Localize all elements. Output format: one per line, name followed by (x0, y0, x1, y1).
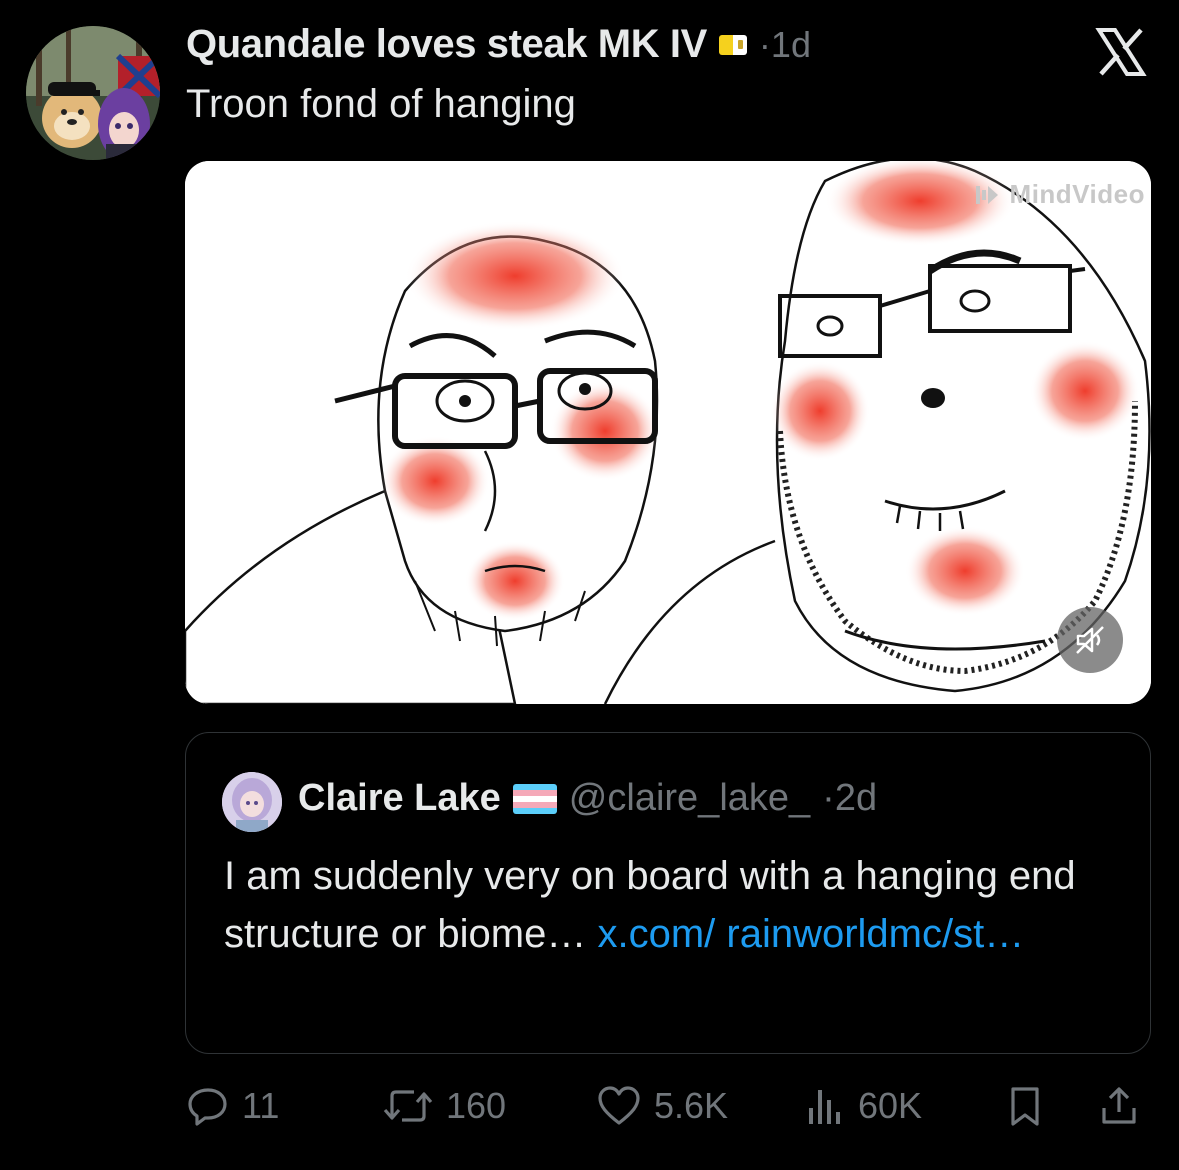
avatar-dog-and-anime-girl-icon (26, 26, 160, 160)
heart-icon (598, 1086, 640, 1125)
soyjak-meme-illustration (185, 161, 1151, 704)
quoted-post-time: 2d (834, 777, 878, 819)
quoted-author-name[interactable]: Claire Lake (298, 777, 501, 820)
mindvideo-watermark: MindVideo (974, 179, 1145, 210)
reply-icon (188, 1088, 227, 1126)
repost-button[interactable]: 160 (382, 1076, 506, 1136)
quoted-post-link[interactable]: x.com/ rainworldmc/st… (597, 912, 1024, 956)
repost-icon (383, 1090, 433, 1122)
post-time: 1d (770, 23, 811, 65)
bookmark-button[interactable] (1004, 1076, 1046, 1136)
author-display-name[interactable]: Quandale loves steak MK IV (186, 22, 707, 67)
watermark-text: MindVideo (1009, 179, 1145, 209)
author-avatar[interactable] (26, 26, 160, 160)
mute-toggle-button[interactable] (1057, 607, 1123, 673)
post-actions-bar: 11 160 5.6K 60K (186, 1076, 1146, 1136)
trans-flag-icon (512, 783, 557, 814)
post-header: Quandale loves steak MK IV ·1d (186, 22, 1079, 67)
vatican-flag-icon (718, 34, 747, 55)
separator-dot: · (822, 777, 835, 819)
reply-button[interactable]: 11 (186, 1076, 279, 1136)
quoted-post-text-block: I am suddenly very on board with a hangi… (224, 847, 1124, 963)
separator-dot: · (758, 23, 771, 65)
share-icon (1102, 1087, 1136, 1124)
views-button[interactable]: 60K (804, 1076, 922, 1136)
muted-speaker-icon (1076, 626, 1104, 654)
post-media-video[interactable]: MindVideo (185, 161, 1151, 704)
quoted-post[interactable]: Claire Lake @claire_lake_ ·2d I am sudde… (185, 732, 1151, 1054)
view-count: 60K (858, 1085, 923, 1126)
quoted-post-timestamp[interactable]: ·2d (822, 777, 877, 820)
repost-count: 160 (446, 1085, 507, 1126)
quoted-post-header: Claire Lake @claire_lake_ ·2d (298, 777, 877, 820)
like-button[interactable]: 5.6K (596, 1076, 728, 1136)
x-logo-icon[interactable] (1093, 24, 1149, 80)
anime-avatar-icon (222, 772, 282, 832)
share-button[interactable] (1098, 1076, 1140, 1136)
reply-count: 11 (242, 1085, 280, 1126)
post-text: Troon fond of hanging (186, 82, 576, 126)
quoted-author-handle[interactable]: @claire_lake_ (569, 777, 810, 820)
post-timestamp[interactable]: ·1d (759, 24, 811, 66)
like-count: 5.6K (654, 1085, 729, 1126)
mindvideo-logo-icon (975, 185, 998, 204)
bookmark-icon (1011, 1087, 1039, 1126)
quoted-author-avatar[interactable] (222, 772, 282, 832)
analytics-icon (809, 1090, 840, 1124)
